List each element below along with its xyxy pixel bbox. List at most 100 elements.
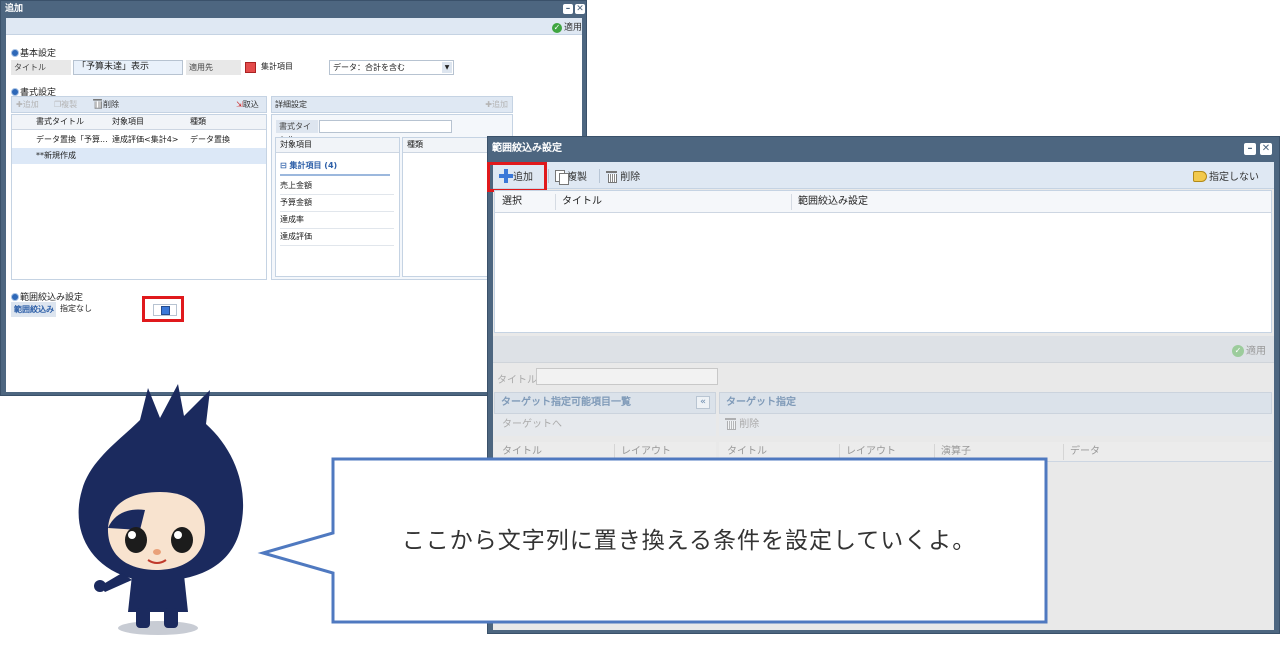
- format-list-toolbar: ✚追加 ❐複製 削除 ⇲取込: [11, 96, 267, 113]
- body: [128, 575, 188, 612]
- face: [107, 492, 205, 570]
- copy-button[interactable]: 複製: [555, 168, 587, 185]
- col-kind: 種類: [190, 117, 206, 126]
- group-row[interactable]: ⊟ 集計項目 (4): [280, 158, 390, 176]
- delete-label: 削除: [103, 100, 119, 109]
- toolbar-separator: [548, 169, 549, 183]
- apply-button[interactable]: ✓ 適用: [552, 20, 582, 33]
- target-label: 適用先: [186, 60, 241, 75]
- top-toolbar: ✓ 適用: [6, 18, 582, 35]
- basic-settings-heading: 基本設定: [11, 46, 56, 59]
- table-row[interactable]: **新規作成: [12, 148, 266, 164]
- table-row[interactable]: データ置換「予算... 達成評価<集計4> データ置換: [12, 132, 266, 148]
- row-kind: データ置換: [190, 135, 230, 144]
- minimize-icon[interactable]: –: [1244, 143, 1256, 155]
- filter-grid: 選択 タイトル 範囲絞込み設定: [494, 190, 1272, 333]
- delete-button-disabled[interactable]: 削除: [719, 414, 1272, 436]
- trash-icon: [93, 98, 102, 109]
- close-icon[interactable]: ✕: [575, 4, 585, 14]
- detail-add-button[interactable]: ✚追加: [485, 97, 508, 113]
- section-bullet-icon: [11, 88, 19, 96]
- title-input-disabled[interactable]: [536, 368, 718, 385]
- col-range-filter: 範囲絞込み設定: [798, 196, 868, 207]
- col-divider: [1063, 444, 1064, 460]
- col-target: 対象項目: [276, 138, 399, 153]
- highlight-box: [487, 162, 547, 192]
- delete-button[interactable]: 削除: [606, 168, 640, 183]
- col-divider: [791, 194, 792, 210]
- filter-label: 範囲絞込み: [11, 302, 56, 317]
- no-filter-label: 指定しない: [1209, 172, 1259, 183]
- list-item[interactable]: 売上金額: [280, 178, 394, 195]
- filter-value: 指定なし: [57, 302, 142, 317]
- minimize-icon[interactable]: –: [563, 4, 573, 14]
- detail-settings-label: 詳細設定: [275, 100, 307, 109]
- format-title-input[interactable]: [319, 120, 452, 133]
- close-icon[interactable]: ✕: [1260, 143, 1272, 155]
- panel-title: ターゲット指定: [719, 392, 1272, 414]
- trash-icon: [606, 170, 617, 183]
- data-select[interactable]: データ：合計を含む ▼: [329, 60, 454, 75]
- detail-settings-header: 詳細設定 ✚追加: [271, 96, 513, 113]
- leg: [164, 608, 178, 628]
- col-title: タイトル: [562, 196, 602, 207]
- detail-add-label: 追加: [492, 100, 508, 109]
- col-divider: [555, 194, 556, 210]
- no-filter-button[interactable]: 指定しない: [1193, 168, 1259, 183]
- nose: [153, 549, 161, 555]
- add-button-disabled[interactable]: ✚追加: [16, 97, 39, 113]
- table-icon: [245, 62, 256, 73]
- left-eye: [125, 527, 147, 553]
- collapse-icon[interactable]: «: [696, 396, 710, 409]
- copy-icon: [555, 170, 569, 185]
- panel-header: ターゲット指定可能項目一覧 «: [494, 392, 716, 414]
- title-label: タイトル: [497, 375, 537, 386]
- copy-label: 複製: [567, 172, 587, 183]
- trash-icon: [725, 417, 736, 430]
- basic-settings-label: 基本設定: [20, 49, 57, 59]
- import-button[interactable]: ⇲取込: [236, 97, 259, 113]
- eye-highlight: [174, 531, 182, 539]
- to-target-button[interactable]: ターゲットへ: [494, 414, 716, 436]
- section-bullet-icon: [11, 49, 19, 57]
- speech-bubble-text: ここから文字列に置き換える条件を設定していくよ。: [401, 528, 977, 554]
- list-item[interactable]: 達成評価: [280, 229, 394, 246]
- col-target-item: 対象項目: [112, 117, 144, 126]
- delete-button[interactable]: 削除: [92, 97, 119, 113]
- chevron-down-icon[interactable]: ▼: [442, 62, 452, 73]
- copy-label: 複製: [61, 100, 78, 109]
- title-field[interactable]: 「予算未達」表示: [73, 60, 183, 75]
- detail-panel: 書式タイトル 対象項目 ⊟ 集計項目 (4) 売上金額 予算金額 達成率 達成評…: [271, 114, 513, 280]
- filter-grid-header: 選択 タイトル 範囲絞込み設定: [495, 191, 1271, 213]
- filter-toolbar: 追加 複製 削除 指定しない: [493, 162, 1274, 189]
- copy-button-disabled[interactable]: ❐複製: [54, 97, 77, 113]
- import-icon: ⇲: [236, 100, 243, 109]
- eye-highlight: [128, 531, 136, 539]
- list-item[interactable]: 予算金額: [280, 195, 394, 212]
- hand: [94, 580, 106, 592]
- col-format-title: 書式タイトル: [36, 117, 84, 126]
- check-icon: ✓: [1232, 345, 1244, 357]
- list-item[interactable]: 達成率: [280, 212, 394, 229]
- row-target: 達成評価<集計4>: [112, 135, 179, 144]
- add-label: 追加: [22, 100, 39, 109]
- panel-title: ターゲット指定可能項目一覧: [501, 397, 631, 408]
- mascot-character: [78, 384, 244, 635]
- format-grid: 書式タイトル 対象項目 種類 データ置換「予算... 達成評価<集計4> データ…: [11, 114, 267, 280]
- shadow: [118, 621, 198, 635]
- window-titlebar: 追加 – ✕: [1, 1, 586, 17]
- detail-toolbar: ✓ 適用: [493, 336, 1274, 363]
- format-grid-header: 書式タイトル 対象項目 種類: [12, 115, 266, 130]
- apply-button-disabled[interactable]: ✓ 適用: [1232, 342, 1266, 357]
- window-titlebar: 範囲絞込み設定 – ✕: [488, 137, 1279, 161]
- col-select: 選択: [502, 196, 522, 207]
- apply-label: 適用: [1246, 346, 1266, 357]
- right-eye: [171, 527, 193, 553]
- tag-icon: [1193, 171, 1207, 182]
- target-item-list: 対象項目 ⊟ 集計項目 (4) 売上金額 予算金額 達成率 達成評価: [275, 137, 400, 277]
- highlight-box: [142, 296, 184, 322]
- window-title: 追加: [5, 4, 24, 14]
- group-label: 集計項目 (4): [289, 161, 338, 170]
- row-title: **新規作成: [36, 151, 76, 160]
- target-value: 集計項目: [258, 60, 326, 75]
